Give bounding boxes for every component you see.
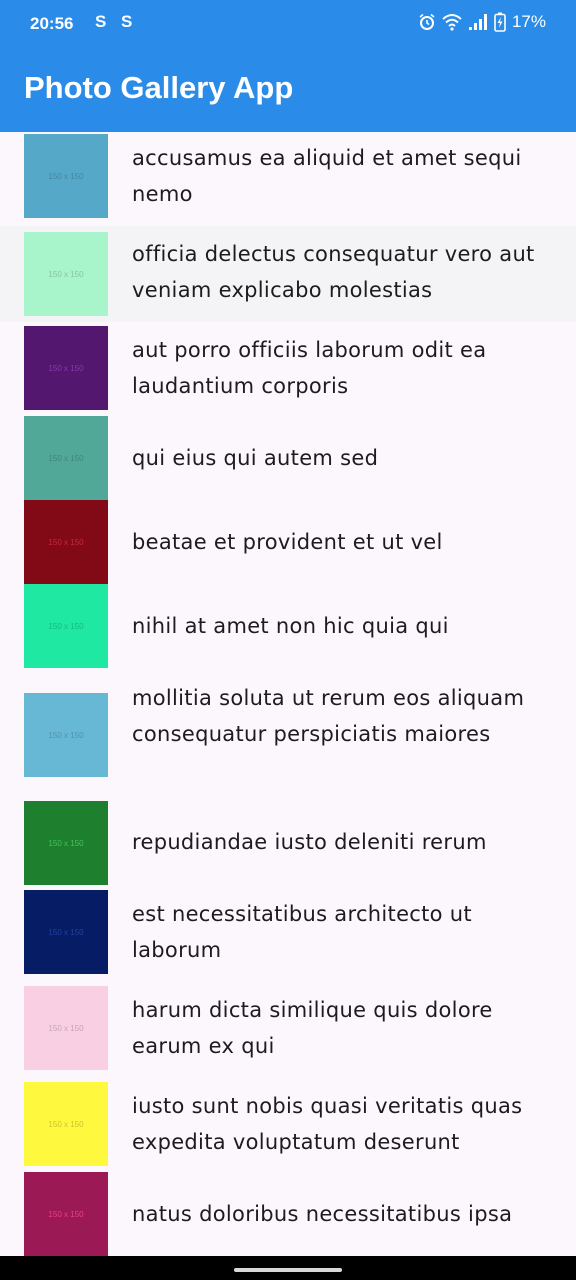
battery-charging-icon bbox=[494, 12, 506, 32]
thumbnail-label: 150 x 150 bbox=[48, 621, 84, 631]
photo-list-item[interactable]: 150 x 150 natus doloribus necessitatibus… bbox=[0, 1172, 576, 1256]
photo-thumbnail: 150 x 150 bbox=[24, 801, 108, 885]
photo-list[interactable]: 150 x 150 accusamus ea aliquid et amet s… bbox=[0, 132, 576, 1256]
photo-list-item[interactable]: 150 x 150 accusamus ea aliquid et amet s… bbox=[0, 132, 576, 226]
thumbnail-label: 150 x 150 bbox=[48, 453, 84, 463]
photo-thumbnail: 150 x 150 bbox=[24, 232, 108, 316]
photo-thumbnail: 150 x 150 bbox=[24, 500, 108, 584]
notification-icon: S bbox=[95, 12, 107, 31]
signal-icon bbox=[468, 14, 487, 30]
photo-list-item[interactable]: 150 x 150 aut porro officiis laborum odi… bbox=[0, 322, 576, 416]
photo-title: harum dicta similique quis dolore earum … bbox=[132, 998, 493, 1058]
photo-title: officia delectus consequatur vero aut ve… bbox=[132, 242, 535, 302]
thumbnail-label: 150 x 150 bbox=[48, 1119, 84, 1129]
app-title: Photo Gallery App bbox=[24, 70, 294, 105]
photo-title: beatae et provident et ut vel bbox=[132, 530, 443, 554]
alarm-icon bbox=[419, 13, 435, 30]
photo-title: accusamus ea aliquid et amet sequi nemo bbox=[132, 146, 522, 206]
photo-list-item[interactable]: 150 x 150 nihil at amet non hic quia qui bbox=[0, 584, 576, 668]
photo-list-item[interactable]: 150 x 150 est necessitatibus architecto … bbox=[0, 888, 576, 984]
photo-title: natus doloribus necessitatibus ipsa bbox=[132, 1202, 513, 1226]
photo-thumbnail: 150 x 150 bbox=[24, 986, 108, 1070]
battery-percent: 17% bbox=[511, 12, 546, 31]
photo-thumbnail: 150 x 150 bbox=[24, 890, 108, 974]
photo-title: repudiandae iusto deleniti rerum bbox=[132, 830, 487, 854]
wifi-icon bbox=[442, 14, 462, 31]
status-icons: 17% bbox=[418, 12, 546, 32]
screen: 20:56 S S 17% Photo Gallery App 150 x 15… bbox=[0, 0, 576, 1280]
photo-thumbnail: 150 x 150 bbox=[24, 584, 108, 668]
status-time: 20:56 bbox=[30, 14, 74, 33]
photo-list-item[interactable]: 150 x 150 officia delectus consequatur v… bbox=[0, 226, 576, 322]
photo-thumbnail: 150 x 150 bbox=[24, 1082, 108, 1166]
photo-thumbnail: 150 x 150 bbox=[24, 693, 108, 777]
thumbnail-label: 150 x 150 bbox=[48, 927, 84, 937]
photo-list-item[interactable]: 150 x 150 harum dicta similique quis dol… bbox=[0, 984, 576, 1080]
app-bar: Photo Gallery App bbox=[0, 50, 576, 132]
thumbnail-label: 150 x 150 bbox=[48, 730, 84, 740]
photo-list-item[interactable]: 150 x 150 repudiandae iusto deleniti rer… bbox=[0, 796, 576, 888]
notification-icon: S bbox=[121, 12, 133, 31]
photo-thumbnail: 150 x 150 bbox=[24, 134, 108, 218]
thumbnail-label: 150 x 150 bbox=[48, 838, 84, 848]
photo-thumbnail: 150 x 150 bbox=[24, 1172, 108, 1256]
thumbnail-label: 150 x 150 bbox=[48, 171, 84, 181]
home-gesture-handle[interactable] bbox=[234, 1268, 342, 1272]
photo-thumbnail: 150 x 150 bbox=[24, 416, 108, 500]
thumbnail-label: 150 x 150 bbox=[48, 269, 84, 279]
thumbnail-label: 150 x 150 bbox=[48, 537, 84, 547]
thumbnail-label: 150 x 150 bbox=[48, 1023, 84, 1033]
thumbnail-label: 150 x 150 bbox=[48, 363, 84, 373]
photo-list-item[interactable]: 150 x 150 qui eius qui autem sed bbox=[0, 416, 576, 500]
photo-title: aut porro officiis laborum odit ea lauda… bbox=[132, 338, 487, 398]
photo-thumbnail: 150 x 150 bbox=[24, 326, 108, 410]
thumbnail-label: 150 x 150 bbox=[48, 1209, 84, 1219]
photo-title: mollitia soluta ut rerum eos aliquam con… bbox=[132, 686, 525, 746]
navigation-bar bbox=[0, 1256, 576, 1280]
photo-list-item[interactable]: 150 x 150 mollitia soluta ut rerum eos a… bbox=[0, 668, 576, 796]
photo-title: nihil at amet non hic quia qui bbox=[132, 614, 449, 638]
photo-title: qui eius qui autem sed bbox=[132, 446, 379, 470]
photo-list-item[interactable]: 150 x 150 beatae et provident et ut vel bbox=[0, 500, 576, 584]
photo-list-item[interactable]: 150 x 150 iusto sunt nobis quasi veritat… bbox=[0, 1080, 576, 1172]
status-bar: 20:56 S S 17% bbox=[0, 0, 576, 50]
photo-title: iusto sunt nobis quasi veritatis quas ex… bbox=[132, 1094, 523, 1154]
photo-title: est necessitatibus architecto ut laborum bbox=[132, 902, 472, 962]
